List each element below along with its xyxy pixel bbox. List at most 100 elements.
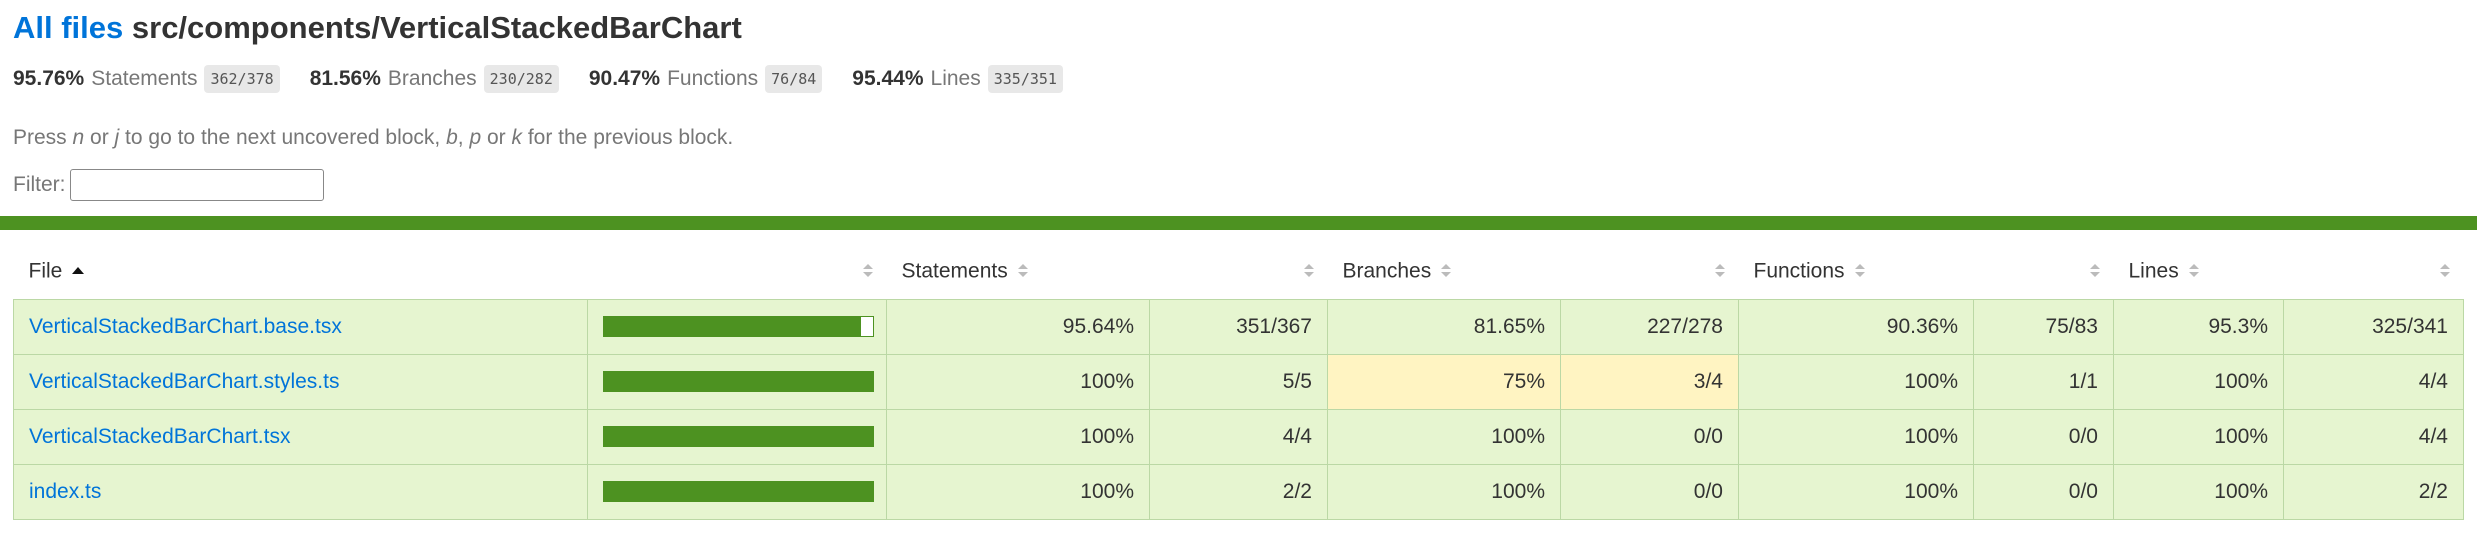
lines-pct: 100%: [2113, 408, 2284, 465]
page-header: All files src/components/VerticalStacked…: [0, 0, 2477, 201]
branches-fraction: 0/0: [1560, 463, 1739, 520]
help-text: or: [481, 126, 512, 149]
summary-lines: 95.44% Lines 335/351: [852, 65, 1063, 93]
branches-fraction: 0/0: [1560, 408, 1739, 465]
lines-fraction: 4/4: [2283, 408, 2464, 465]
summary-fraction: 230/282: [483, 65, 559, 93]
coverage-bar: [603, 481, 874, 502]
header-file-bar[interactable]: [588, 243, 887, 299]
table-row: VerticalStackedBarChart.base.tsx 95.64% …: [13, 298, 2464, 355]
table-row: VerticalStackedBarChart.styles.ts 100% 5…: [13, 353, 2464, 410]
summary-branches: 81.56% Branches 230/282: [310, 65, 559, 93]
summary-fraction: 76/84: [765, 65, 823, 93]
summary-pct: 95.44%: [852, 67, 924, 90]
header-statements-label: Statements: [901, 258, 1008, 282]
summary-label: Functions: [667, 67, 759, 90]
sort-icon: [1440, 263, 1452, 278]
header-branches-label: Branches: [1342, 258, 1432, 282]
functions-fraction: 1/1: [1973, 353, 2114, 410]
sort-icon: [1017, 263, 1029, 278]
coverage-bar-cell: [587, 463, 887, 520]
header-file-label: File: [28, 258, 63, 282]
help-key: n: [72, 126, 85, 149]
sort-icon: [2188, 263, 2200, 278]
sort-icon: [862, 264, 874, 278]
summary-fraction: 362/378: [204, 65, 280, 93]
branches-pct: 81.65%: [1327, 298, 1561, 355]
coverage-status-line: [0, 216, 2477, 230]
coverage-bar-cell: [587, 408, 887, 465]
help-text: or: [84, 126, 115, 149]
lines-pct: 95.3%: [2113, 298, 2284, 355]
functions-fraction: 0/0: [1973, 408, 2114, 465]
functions-pct: 100%: [1738, 353, 1974, 410]
header-file[interactable]: File: [14, 243, 588, 299]
functions-fraction: 0/0: [1973, 463, 2114, 520]
file-cell: VerticalStackedBarChart.base.tsx: [13, 298, 588, 355]
coverage-fill: [604, 482, 873, 501]
branches-fraction: 3/4: [1560, 353, 1739, 410]
coverage-bar-cell: [587, 298, 887, 355]
help-text: to go to the next uncovered block,: [119, 126, 447, 149]
functions-pct: 100%: [1738, 463, 1974, 520]
file-cell: index.ts: [13, 463, 588, 520]
statements-pct: 100%: [886, 463, 1150, 520]
help-key: k: [511, 126, 522, 149]
sort-icon: [1854, 263, 1866, 278]
coverage-fill: [604, 372, 873, 391]
header-functions[interactable]: Functions: [1739, 243, 1974, 299]
header-branches[interactable]: Branches: [1328, 243, 1561, 299]
branches-pct: 75%: [1327, 353, 1561, 410]
header-branches-raw[interactable]: [1561, 243, 1739, 299]
summary-pct: 81.56%: [309, 67, 381, 90]
header-lines[interactable]: Lines: [2114, 243, 2284, 299]
file-link[interactable]: VerticalStackedBarChart.tsx: [29, 425, 290, 448]
lines-fraction: 2/2: [2283, 463, 2464, 520]
file-link[interactable]: VerticalStackedBarChart.styles.ts: [29, 370, 339, 393]
header-lines-raw[interactable]: [2284, 243, 2464, 299]
statements-fraction: 4/4: [1149, 408, 1328, 465]
file-link[interactable]: VerticalStackedBarChart.base.tsx: [29, 315, 342, 338]
file-path: src/components/VerticalStackedBarChart: [131, 10, 742, 45]
filter-label: Filter:: [13, 173, 66, 196]
coverage-bar-cell: [587, 353, 887, 410]
sort-icon: [2089, 264, 2101, 278]
branches-fraction: 227/278: [1560, 298, 1739, 355]
coverage-table: File Statements Branches Functions Lines…: [13, 243, 2464, 520]
file-cell: VerticalStackedBarChart.tsx: [13, 408, 588, 465]
table-row: index.ts 100% 2/2 100% 0/0 100% 0/0 100%…: [13, 463, 2464, 520]
lines-pct: 100%: [2113, 353, 2284, 410]
sort-ascending-icon: [71, 264, 85, 278]
statements-fraction: 2/2: [1149, 463, 1328, 520]
help-text: Press: [13, 126, 73, 149]
help-text: ,: [457, 126, 470, 149]
coverage-bar: [603, 371, 874, 392]
statements-fraction: 5/5: [1149, 353, 1328, 410]
file-link[interactable]: index.ts: [29, 480, 101, 503]
functions-fraction: 75/83: [1973, 298, 2114, 355]
help-key: p: [469, 126, 482, 149]
statements-pct: 100%: [886, 408, 1150, 465]
help-text: for the previous block.: [521, 126, 734, 149]
statements-pct: 95.64%: [886, 298, 1150, 355]
summary-functions: 90.47% Functions 76/84: [589, 65, 823, 93]
header-functions-raw[interactable]: [1974, 243, 2114, 299]
coverage-bar: [603, 316, 874, 337]
branches-pct: 100%: [1327, 463, 1561, 520]
all-files-link[interactable]: All files: [13, 10, 123, 45]
coverage-summary: 95.76% Statements 362/378 81.56% Branche…: [13, 62, 2464, 96]
summary-pct: 95.76%: [13, 67, 85, 90]
filter-row: Filter:: [13, 169, 2464, 201]
header-statements-raw[interactable]: [1150, 243, 1328, 299]
statements-pct: 100%: [886, 353, 1150, 410]
header-statements[interactable]: Statements: [887, 243, 1150, 299]
coverage-fill: [604, 427, 873, 446]
summary-statements: 95.76% Statements 362/378: [13, 65, 280, 93]
sort-icon: [2439, 264, 2451, 278]
filter-input[interactable]: [69, 169, 324, 201]
sort-icon: [1303, 264, 1315, 278]
lines-fraction: 4/4: [2283, 353, 2464, 410]
summary-label: Branches: [387, 67, 477, 90]
header-lines-label: Lines: [2128, 258, 2179, 282]
functions-pct: 100%: [1738, 408, 1974, 465]
